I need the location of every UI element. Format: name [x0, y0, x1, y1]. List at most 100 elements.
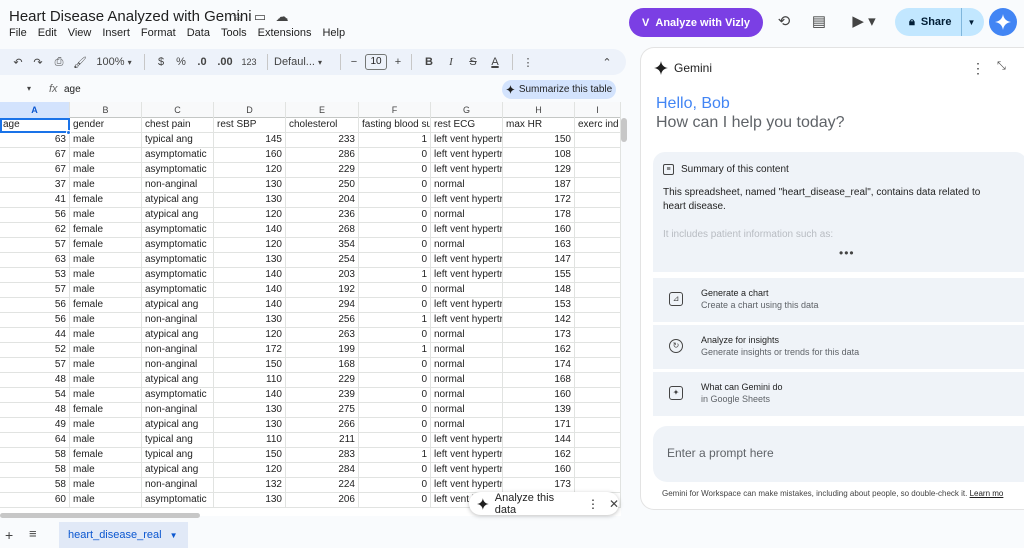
more-options-icon[interactable]: ⋮: [587, 497, 599, 511]
table-cell[interactable]: left vent hypertrophy: [431, 148, 503, 163]
table-cell[interactable]: 130: [214, 418, 286, 433]
comments-icon[interactable]: ▤: [809, 12, 829, 32]
table-cell[interactable]: normal: [431, 208, 503, 223]
table-cell[interactable]: 268: [286, 223, 359, 238]
column-header-i[interactable]: I: [575, 102, 621, 118]
table-cell[interactable]: 0: [359, 463, 431, 478]
table-cell[interactable]: asymptomatic: [142, 223, 214, 238]
table-cell[interactable]: atypical ang: [142, 463, 214, 478]
column-header-e[interactable]: E: [286, 102, 359, 118]
table-cell[interactable]: 56: [0, 298, 70, 313]
star-icon[interactable]: ☆: [231, 10, 245, 24]
table-cell[interactable]: 140: [214, 223, 286, 238]
italic-button[interactable]: I: [440, 56, 462, 68]
formula-input[interactable]: age: [64, 84, 81, 95]
table-cell[interactable]: 56: [0, 208, 70, 223]
table-cell[interactable]: 0: [359, 208, 431, 223]
table-cell[interactable]: male: [70, 313, 142, 328]
table-cell[interactable]: 0: [359, 433, 431, 448]
collapse-panel-icon[interactable]: ⤡: [997, 60, 1006, 73]
table-cell[interactable]: [575, 133, 621, 148]
table-cell[interactable]: 0: [359, 283, 431, 298]
table-cell[interactable]: 130: [214, 193, 286, 208]
table-cell[interactable]: [575, 283, 621, 298]
meet-icon[interactable]: ▶ ▾: [848, 12, 880, 32]
table-cell[interactable]: 58: [0, 478, 70, 493]
table-cell[interactable]: 148: [503, 283, 575, 298]
table-cell[interactable]: 64: [0, 433, 70, 448]
text-color-button[interactable]: A: [484, 56, 506, 68]
redo-icon[interactable]: ↷: [28, 56, 48, 69]
table-cell[interactable]: 150: [214, 358, 286, 373]
strikethrough-button[interactable]: S: [462, 56, 484, 68]
table-cell[interactable]: [575, 313, 621, 328]
table-cell[interactable]: 160: [214, 148, 286, 163]
learn-more-link[interactable]: Learn mo: [970, 489, 1004, 498]
table-cell[interactable]: 144: [503, 433, 575, 448]
table-cell[interactable]: 54: [0, 388, 70, 403]
table-cell[interactable]: female: [70, 298, 142, 313]
gemini-sparkle-button[interactable]: [989, 8, 1017, 36]
table-cell[interactable]: 229: [286, 373, 359, 388]
table-cell[interactable]: atypical ang: [142, 193, 214, 208]
table-cell[interactable]: 130: [214, 253, 286, 268]
table-cell[interactable]: male: [70, 373, 142, 388]
table-cell[interactable]: [575, 358, 621, 373]
table-cell[interactable]: non-anginal: [142, 178, 214, 193]
table-cell[interactable]: [575, 328, 621, 343]
table-cell[interactable]: 172: [503, 193, 575, 208]
menu-edit[interactable]: Edit: [38, 27, 57, 39]
expand-summary-icon[interactable]: •••: [839, 246, 855, 260]
table-cell[interactable]: 1: [359, 133, 431, 148]
sheet-tab-dropdown-icon[interactable]: ▼: [170, 531, 178, 540]
analyze-with-vizly-button[interactable]: V Analyze with Vizly: [629, 8, 763, 37]
table-cell[interactable]: 140: [214, 268, 286, 283]
menu-extensions[interactable]: Extensions: [258, 27, 312, 39]
summary-card[interactable]: ≡ Summary of this content This spreadshe…: [653, 152, 1024, 272]
table-cell[interactable]: male: [70, 478, 142, 493]
vertical-scrollbar[interactable]: [621, 118, 627, 142]
table-cell[interactable]: 163: [503, 238, 575, 253]
table-cell[interactable]: 108: [503, 148, 575, 163]
table-cell[interactable]: male: [70, 283, 142, 298]
table-cell[interactable]: 110: [214, 373, 286, 388]
table-cell[interactable]: 140: [214, 388, 286, 403]
table-cell[interactable]: atypical ang: [142, 208, 214, 223]
table-cell[interactable]: 0: [359, 388, 431, 403]
table-cell[interactable]: asymptomatic: [142, 148, 214, 163]
table-cell[interactable]: 60: [0, 493, 70, 508]
table-cell[interactable]: [575, 448, 621, 463]
table-cell[interactable]: 211: [286, 433, 359, 448]
column-title-cell[interactable]: gender: [70, 118, 142, 133]
table-cell[interactable]: 0: [359, 328, 431, 343]
table-cell[interactable]: 1: [359, 448, 431, 463]
table-cell[interactable]: 110: [214, 433, 286, 448]
table-cell[interactable]: non-anginal: [142, 313, 214, 328]
sheet-tab-active[interactable]: heart_disease_real ▼: [59, 522, 188, 548]
table-cell[interactable]: 48: [0, 403, 70, 418]
menu-data[interactable]: Data: [187, 27, 210, 39]
table-cell[interactable]: [575, 403, 621, 418]
table-cell[interactable]: normal: [431, 238, 503, 253]
table-cell[interactable]: male: [70, 493, 142, 508]
table-cell[interactable]: asymptomatic: [142, 493, 214, 508]
table-cell[interactable]: 0: [359, 253, 431, 268]
table-cell[interactable]: left vent hypertrophy: [431, 448, 503, 463]
increase-font-size-icon[interactable]: +: [391, 56, 405, 68]
table-cell[interactable]: left vent hypertrophy: [431, 163, 503, 178]
table-cell[interactable]: left vent hypertrophy: [431, 313, 503, 328]
table-cell[interactable]: 286: [286, 148, 359, 163]
table-cell[interactable]: female: [70, 448, 142, 463]
table-cell[interactable]: male: [70, 253, 142, 268]
menu-format[interactable]: Format: [141, 27, 176, 39]
table-cell[interactable]: 250: [286, 178, 359, 193]
table-cell[interactable]: [575, 223, 621, 238]
table-cell[interactable]: non-anginal: [142, 478, 214, 493]
font-family-select[interactable]: Defaul... ▾: [274, 56, 334, 68]
table-cell[interactable]: normal: [431, 283, 503, 298]
table-cell[interactable]: male: [70, 148, 142, 163]
table-cell[interactable]: 130: [214, 313, 286, 328]
table-cell[interactable]: 0: [359, 238, 431, 253]
table-cell[interactable]: 0: [359, 163, 431, 178]
currency-format-button[interactable]: $: [151, 56, 171, 68]
